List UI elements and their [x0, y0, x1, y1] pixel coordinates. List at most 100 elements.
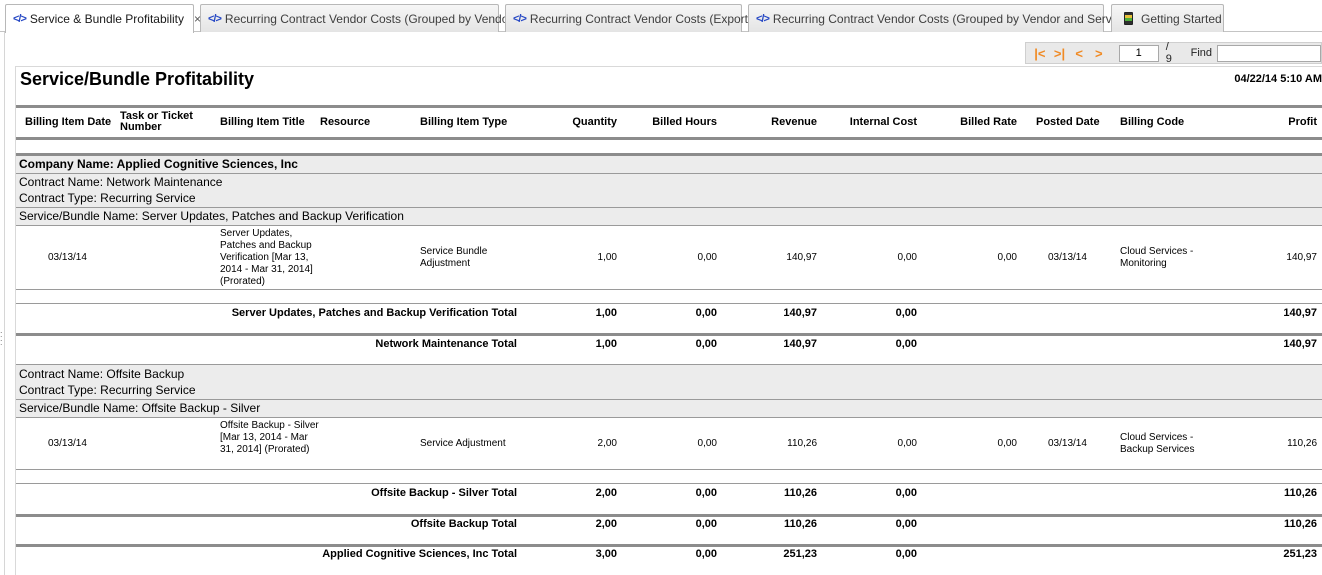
contract-name: Contract Name: Network Maintenance — [19, 175, 223, 189]
gutter-marker: :: — [0, 329, 3, 347]
total-profit: 110,26 — [1283, 487, 1317, 499]
header-bottom-rule — [16, 137, 1322, 140]
report-timestamp: 04/22/14 5:10 AM — [1234, 73, 1322, 85]
total-profit: 140,97 — [1283, 338, 1317, 350]
tab-label: Getting Started — [1141, 11, 1222, 26]
tab-label: Recurring Contract Vendor Costs (Export) — [529, 11, 752, 26]
separator — [16, 417, 1322, 418]
row-type: Service Adjustment — [420, 438, 506, 449]
total-billed-hours: 0,00 — [695, 307, 717, 319]
col-internal-cost: Internal Cost — [849, 116, 917, 128]
row-internal-cost: 0,00 — [897, 438, 917, 449]
contract-total-label: Network Maintenance Total — [375, 338, 517, 350]
col-billed-hours: Billed Hours — [652, 116, 717, 128]
total-billed-hours: 0,00 — [695, 487, 717, 499]
row-date: 03/13/14 — [48, 438, 87, 449]
left-gutter — [0, 32, 5, 575]
col-resource: Resource — [320, 116, 371, 128]
bundle-total-label: Server Updates, Patches and Backup Verif… — [231, 307, 517, 319]
bundle-name: Service/Bundle Name: Server Updates, Pat… — [19, 209, 404, 223]
contract-type: Contract Type: Recurring Service — [19, 383, 196, 397]
code-icon: </> — [13, 13, 27, 25]
row-revenue: 140,97 — [786, 252, 817, 263]
contract-total-rule — [16, 333, 1322, 336]
row-posted-date: 03/13/14 — [1048, 252, 1087, 263]
row-posted-date: 03/13/14 — [1048, 438, 1087, 449]
tab-getting-started[interactable]: Getting Started — [1111, 4, 1224, 32]
total-internal-cost: 0,00 — [895, 338, 917, 350]
traffic-light-icon — [1124, 12, 1133, 25]
page-number-input[interactable] — [1118, 44, 1159, 62]
total-revenue: 140,97 — [783, 307, 817, 319]
total-quantity: 3,00 — [595, 548, 617, 560]
bundle-name: Service/Bundle Name: Offsite Backup - Si… — [19, 401, 261, 415]
code-icon: </> — [756, 12, 770, 25]
row-billed-rate: 0,00 — [997, 252, 1017, 263]
last-page-icon[interactable]: >| — [1050, 43, 1070, 63]
separator — [16, 303, 1322, 304]
close-icon[interactable]: × — [194, 12, 201, 26]
row-billed-hours: 0,00 — [697, 438, 717, 449]
tab-vendor-costs-export[interactable]: </> Recurring Contract Vendor Costs (Exp… — [505, 4, 752, 32]
col-task-ticket-number: Task or Ticket Number — [120, 110, 193, 133]
header-top-rule — [16, 105, 1322, 108]
total-internal-cost: 0,00 — [895, 548, 917, 560]
report-navigation-toolbar: |< >| < > / 9 Find — [1025, 41, 1322, 65]
total-internal-cost: 0,00 — [895, 487, 917, 499]
tab-label: Recurring Contract Vendor Costs (Grouped… — [772, 11, 1132, 26]
company-total-label: Applied Cognitive Sciences, Inc Total — [322, 548, 517, 560]
total-internal-cost: 0,00 — [895, 518, 917, 530]
total-profit: 251,23 — [1283, 548, 1317, 560]
total-revenue: 140,97 — [783, 338, 817, 350]
tab-vendor-costs-grouped-by-vendor[interactable]: </> Recurring Contract Vendor Costs (Gro… — [200, 4, 516, 32]
col-revenue: Revenue — [771, 116, 817, 128]
code-icon: </> — [208, 12, 222, 25]
col-billed-rate: Billed Rate — [960, 116, 1017, 128]
tab-label: Service & Bundle Profitability — [29, 12, 184, 26]
separator — [16, 483, 1322, 484]
page-total: / 9 — [1165, 41, 1172, 65]
contract-name: Contract Name: Offsite Backup — [19, 367, 185, 381]
company-total-rule — [16, 544, 1322, 547]
report-title: Service/Bundle Profitability — [20, 69, 255, 89]
total-revenue: 110,26 — [783, 518, 817, 530]
row-date: 03/13/14 — [48, 252, 87, 263]
row-billed-rate: 0,00 — [997, 438, 1017, 449]
col-profit: Profit — [1288, 116, 1317, 128]
row-revenue: 110,26 — [787, 438, 817, 449]
total-revenue: 251,23 — [783, 548, 817, 560]
row-internal-cost: 0,00 — [897, 252, 917, 263]
col-posted-date: Posted Date — [1036, 116, 1100, 128]
find-input[interactable] — [1217, 44, 1322, 62]
tab-vendor-costs-grouped-by-vendor-and-service[interactable]: </> Recurring Contract Vendor Costs (Gro… — [748, 4, 1131, 32]
first-page-icon[interactable]: |< — [1030, 43, 1050, 63]
bundle-total-label: Offsite Backup - Silver Total — [371, 487, 517, 499]
previous-page-icon[interactable]: < — [1069, 43, 1089, 63]
next-page-icon[interactable]: > — [1089, 43, 1109, 63]
separator — [16, 225, 1322, 226]
total-quantity: 2,00 — [595, 518, 617, 530]
tab-label: Recurring Contract Vendor Costs (Grouped… — [224, 11, 517, 26]
contract-total-label: Offsite Backup Total — [410, 518, 517, 530]
contract-band — [16, 365, 1322, 399]
company-name: Company Name: Applied Cognitive Sciences… — [19, 157, 298, 171]
contract-total-rule — [16, 514, 1322, 517]
separator — [16, 469, 1322, 470]
total-billed-hours: 0,00 — [695, 548, 717, 560]
tab-bar: </> Service & Bundle Profitability × </>… — [0, 0, 1322, 33]
row-profit: 140,97 — [1286, 252, 1317, 263]
total-quantity: 2,00 — [595, 487, 617, 499]
total-profit: 140,97 — [1283, 307, 1317, 319]
col-billing-item-title: Billing Item Title — [220, 116, 305, 128]
row-title: Server Updates, Patches and Backup Verif… — [220, 228, 313, 287]
row-quantity: 2,00 — [597, 438, 617, 449]
col-quantity: Quantity — [572, 116, 617, 128]
row-quantity: 1,00 — [597, 252, 617, 263]
row-billing-code: Cloud Services - Monitoring — [1120, 246, 1194, 269]
find-label: Find — [1190, 47, 1213, 59]
total-quantity: 1,00 — [595, 338, 617, 350]
contract-type: Contract Type: Recurring Service — [19, 191, 196, 205]
tab-service-bundle-profitability[interactable]: </> Service & Bundle Profitability × — [5, 4, 201, 33]
total-billed-hours: 0,00 — [695, 518, 717, 530]
col-billing-item-type: Billing Item Type — [420, 116, 508, 128]
